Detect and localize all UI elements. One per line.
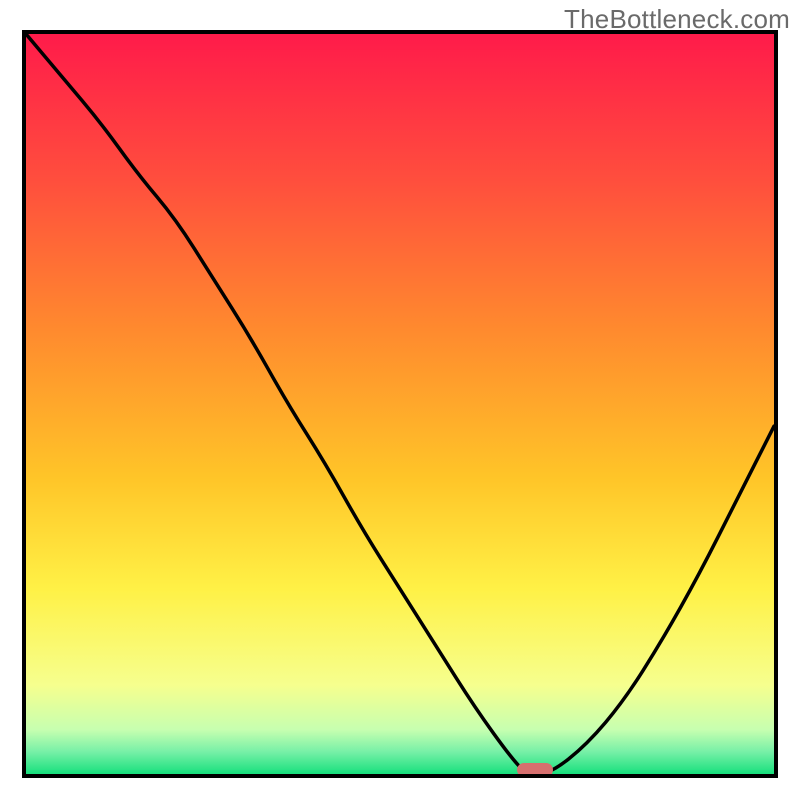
chart-frame: TheBottleneck.com: [0, 0, 800, 800]
plot-area: [22, 30, 778, 778]
bottleneck-curve: [26, 34, 774, 774]
watermark-label: TheBottleneck.com: [564, 4, 790, 35]
optimal-point-marker: [517, 763, 553, 777]
